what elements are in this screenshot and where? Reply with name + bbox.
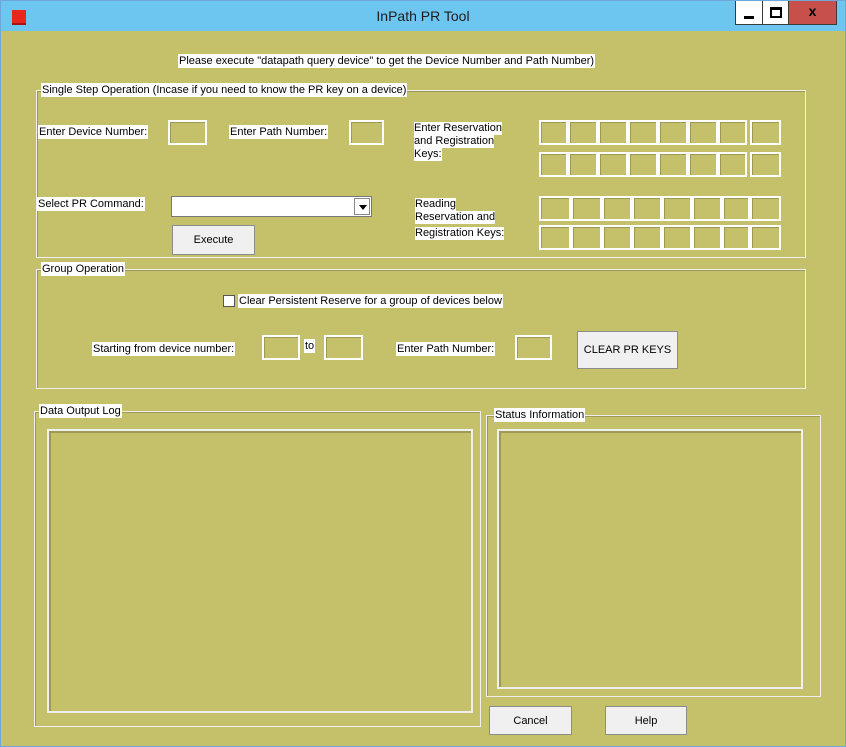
enter-key-box[interactable]	[598, 120, 628, 145]
enter-key-box[interactable]	[658, 120, 688, 145]
keys-label-line1: Enter Reservation	[414, 122, 503, 135]
end-device-input[interactable]	[324, 335, 363, 360]
reading-key-box	[539, 225, 571, 250]
single-step-legend: Single Step Operation (Incase if you nee…	[41, 83, 408, 97]
device-number-input[interactable]	[168, 120, 207, 145]
data-output-textarea[interactable]	[47, 429, 473, 713]
enter-key-box[interactable]	[688, 120, 718, 145]
enter-key-box[interactable]	[568, 152, 598, 177]
reading-label-line1: Reading	[415, 198, 456, 211]
device-number-label: Enter Device Number:	[38, 125, 149, 139]
reading-label-line2: Reservation and	[415, 211, 496, 224]
status-textarea[interactable]	[497, 429, 803, 689]
enter-key-box[interactable]	[658, 152, 688, 177]
clear-pr-keys-button[interactable]: CLEAR PR KEYS	[577, 331, 678, 369]
enter-key-box[interactable]	[750, 152, 781, 177]
pr-command-label: Select PR Command:	[37, 197, 145, 211]
app-window: InPath PR Tool x Please execute "datapat…	[0, 0, 846, 747]
start-device-input[interactable]	[262, 335, 300, 360]
reading-key-box	[571, 196, 602, 221]
clear-pr-checkbox[interactable]	[223, 295, 235, 307]
reading-key-box	[692, 196, 722, 221]
cancel-button[interactable]: Cancel	[489, 706, 572, 735]
enter-key-box[interactable]	[628, 152, 658, 177]
close-icon: x	[808, 3, 817, 19]
instruction-text: Please execute "datapath query device" t…	[178, 54, 596, 68]
reading-label-line3: Registration Keys:	[415, 227, 505, 240]
reading-key-box	[722, 196, 750, 221]
maximize-button[interactable]	[763, 1, 789, 25]
reading-key-box	[662, 196, 692, 221]
help-button[interactable]: Help	[605, 706, 687, 735]
close-button[interactable]: x	[789, 1, 837, 25]
reading-key-box	[539, 196, 571, 221]
enter-key-box[interactable]	[688, 152, 718, 177]
path-number-label: Enter Path Number:	[229, 125, 329, 139]
enter-key-box[interactable]	[539, 120, 568, 145]
reading-key-box	[602, 225, 632, 250]
reading-key-box	[602, 196, 632, 221]
clear-pr-checkbox-label: Clear Persistent Reserve for a group of …	[238, 294, 503, 308]
enter-key-box[interactable]	[718, 120, 747, 145]
reading-key-box	[722, 225, 750, 250]
enter-key-box[interactable]	[628, 120, 658, 145]
chevron-down-icon[interactable]	[354, 198, 370, 215]
status-legend: Status Information	[494, 408, 586, 422]
window-title: InPath PR Tool	[376, 8, 470, 24]
reading-key-box	[692, 225, 722, 250]
reading-key-box	[750, 225, 781, 250]
start-device-label: Starting from device number:	[92, 342, 236, 356]
path-number-input[interactable]	[349, 120, 384, 145]
reading-key-box	[662, 225, 692, 250]
title-bar[interactable]: InPath PR Tool x	[1, 1, 845, 31]
reading-key-box	[750, 196, 781, 221]
pr-command-select[interactable]	[171, 196, 372, 217]
enter-key-box[interactable]	[598, 152, 628, 177]
group-path-label: Enter Path Number:	[396, 342, 496, 356]
keys-label-line3: Keys:	[414, 148, 442, 161]
reading-key-box	[632, 225, 662, 250]
enter-key-box[interactable]	[750, 120, 781, 145]
minimize-button[interactable]	[735, 1, 763, 25]
enter-key-box[interactable]	[568, 120, 598, 145]
keys-label-line2: and Registration	[414, 135, 495, 148]
group-path-input[interactable]	[515, 335, 552, 360]
data-output-legend: Data Output Log	[39, 404, 122, 418]
execute-button[interactable]: Execute	[172, 225, 255, 255]
group-operation-group: Group Operation	[36, 262, 806, 389]
to-label: to	[304, 339, 316, 353]
enter-key-box[interactable]	[718, 152, 747, 177]
enter-key-box[interactable]	[539, 152, 568, 177]
group-operation-legend: Group Operation	[41, 262, 125, 276]
reading-key-box	[571, 225, 602, 250]
reading-key-box	[632, 196, 662, 221]
